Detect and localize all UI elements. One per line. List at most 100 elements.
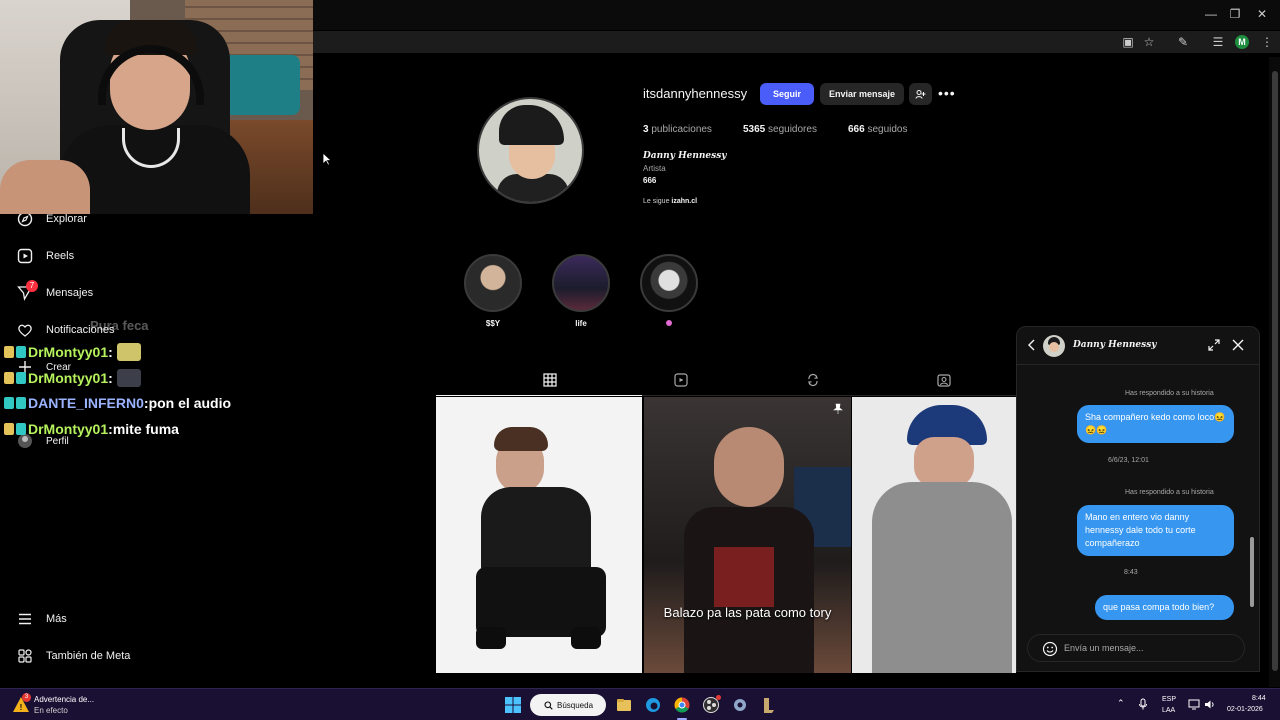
chat-line: DrMontyy01 : (4, 367, 141, 389)
windows-start-icon[interactable] (502, 694, 524, 716)
dm-popup: Danny Hennessy Has respondido a su histo… (1016, 326, 1260, 672)
volume-icon[interactable] (1204, 699, 1216, 710)
chat-username: DANTE_INFERN0 (28, 395, 144, 411)
taskbar-search[interactable]: Búsqueda (530, 694, 606, 716)
follow-button[interactable]: Seguir (760, 83, 814, 105)
media-icon[interactable]: ☰ (1210, 34, 1226, 50)
dm-timestamp: 8:43 (1124, 569, 1138, 576)
back-icon[interactable] (1025, 338, 1039, 352)
browser-menu-icon[interactable]: ⋮ (1259, 34, 1275, 50)
page-scrollbar-thumb[interactable] (1272, 71, 1278, 671)
chat-line: DrMontyy01 : (4, 341, 141, 363)
stat-following[interactable]: 666 seguidos (848, 124, 908, 135)
weather-subtitle: En efecto (34, 706, 68, 715)
dm-message-bubble[interactable]: Sha compañero kedo como loco😖😖😖 (1077, 405, 1234, 443)
dm-message-bubble[interactable]: Mano en entero vio danny hennessy dale t… (1077, 505, 1234, 556)
instagram-sidebar: Explorar Reels Mensajes 7 Notificaciones… (0, 211, 313, 688)
star-icon[interactable]: ☆ (1141, 34, 1157, 50)
clock-date[interactable]: 02-01-2026 (1227, 706, 1263, 713)
post-image (476, 627, 506, 649)
post-thumbnail[interactable]: Balazo pa las pata como tory (644, 397, 851, 673)
language-top[interactable]: ESP (1162, 696, 1176, 703)
dm-timestamp: 6/6/23, 12:01 (1108, 457, 1149, 464)
suggest-users-button[interactable] (909, 83, 932, 105)
search-label: Búsqueda (557, 700, 594, 710)
tab-reposts[interactable] (805, 372, 821, 388)
chat-badge-icon (4, 372, 14, 384)
sidebar-item-label: Más (46, 613, 67, 625)
dm-contact-name[interactable]: Danny Hennessy (1073, 340, 1157, 350)
stat-label: seguidos (864, 124, 908, 135)
settings-icon[interactable] (729, 694, 751, 716)
stat-value: 5365 (743, 124, 766, 135)
minimize-icon[interactable]: — (1201, 6, 1221, 22)
chat-badge-icon (4, 423, 14, 435)
emote-icon (116, 369, 141, 387)
stat-value: 666 (848, 124, 865, 135)
highlight-cover (552, 254, 610, 312)
sidebar-item-tambien-de-meta[interactable]: También de Meta (16, 644, 130, 668)
profile-username: itsdannyhennessy (643, 86, 748, 101)
tab-tagged[interactable] (936, 372, 952, 388)
dm-scrollbar-thumb[interactable] (1250, 537, 1254, 607)
sidebar-item-reels[interactable]: Reels (16, 244, 74, 268)
profile-category: Artista (643, 164, 666, 173)
sidebar-item-label: Mensajes (46, 287, 94, 299)
chat-separator: : (108, 370, 113, 386)
emoji-icon[interactable] (1042, 641, 1058, 657)
clock-time[interactable]: 8:44 (1252, 695, 1266, 702)
story-highlight[interactable] (639, 254, 699, 328)
tagged-icon (937, 374, 951, 387)
stat-posts[interactable]: 3 publicaciones (643, 124, 712, 135)
network-icon[interactable] (1188, 699, 1200, 710)
screen: — ❐ ✕ ▣ ☆ ✎ ☰ M ⋮ Explorar Reels Mensaje… (0, 0, 1280, 720)
expand-icon[interactable] (1207, 338, 1221, 352)
followed-by-user[interactable]: izahn.cl (671, 198, 697, 205)
streamer-webcam (0, 0, 313, 214)
profile-bio: 666 (643, 176, 657, 185)
tray-chevron-icon[interactable]: ⌃ (1117, 698, 1125, 709)
followed-by-text[interactable]: Le sigue izahn.cl (643, 198, 697, 205)
chat-badge-icon (4, 346, 14, 358)
emote-icon (116, 343, 141, 361)
tab-posts[interactable] (542, 372, 558, 388)
story-highlight[interactable]: life (551, 254, 611, 328)
tab-reels[interactable] (673, 372, 689, 388)
story-highlight[interactable]: $$Y (463, 254, 523, 328)
highlight-cover (464, 254, 522, 312)
page-scrollbar[interactable] (1269, 57, 1280, 687)
profile-avatar[interactable] (477, 97, 584, 204)
language-bottom[interactable]: LAA (1162, 707, 1175, 714)
dm-message-bubble[interactable]: que pasa compa todo bien? (1095, 595, 1234, 620)
close-window-icon[interactable]: ✕ (1252, 6, 1272, 22)
mouse-cursor-icon (322, 152, 332, 166)
post-image (914, 437, 974, 487)
extensions-icon[interactable]: ✎ (1175, 34, 1191, 50)
post-thumbnail[interactable] (852, 397, 1016, 673)
microphone-icon[interactable] (1138, 698, 1148, 710)
dm-scrollbar[interactable] (1249, 367, 1255, 622)
send-message-button[interactable]: Enviar mensaje (820, 83, 904, 105)
league-client-icon[interactable] (758, 694, 780, 716)
restore-icon[interactable]: ❐ (1225, 6, 1245, 22)
chat-line: DANTE_INFERN0 : pon el audio (4, 392, 231, 414)
weather-title[interactable]: Advertencia de... (34, 695, 94, 704)
file-explorer-icon[interactable] (613, 694, 635, 716)
sidebar-item-mas[interactable]: Más (16, 607, 67, 631)
stat-followers[interactable]: 5365 seguidores (743, 124, 817, 135)
dm-story-reply-note: Has respondido a su historia (1125, 489, 1214, 496)
dm-story-reply-note: Has respondido a su historia (1125, 390, 1214, 397)
close-icon[interactable] (1231, 338, 1245, 352)
browser-profile-avatar[interactable]: M (1235, 35, 1249, 49)
add-user-icon (915, 89, 926, 99)
dm-header: Danny Hennessy (1017, 327, 1259, 365)
edge-icon[interactable] (642, 694, 664, 716)
dm-message-input[interactable] (1064, 641, 1234, 655)
highlight-label: life (575, 319, 587, 328)
chrome-icon[interactable] (671, 694, 693, 716)
cast-icon[interactable]: ▣ (1120, 34, 1136, 50)
post-thumbnail[interactable] (436, 397, 642, 673)
post-image (872, 482, 1012, 673)
more-options-button[interactable]: ••• (938, 85, 956, 101)
dm-contact-avatar[interactable] (1043, 335, 1065, 357)
